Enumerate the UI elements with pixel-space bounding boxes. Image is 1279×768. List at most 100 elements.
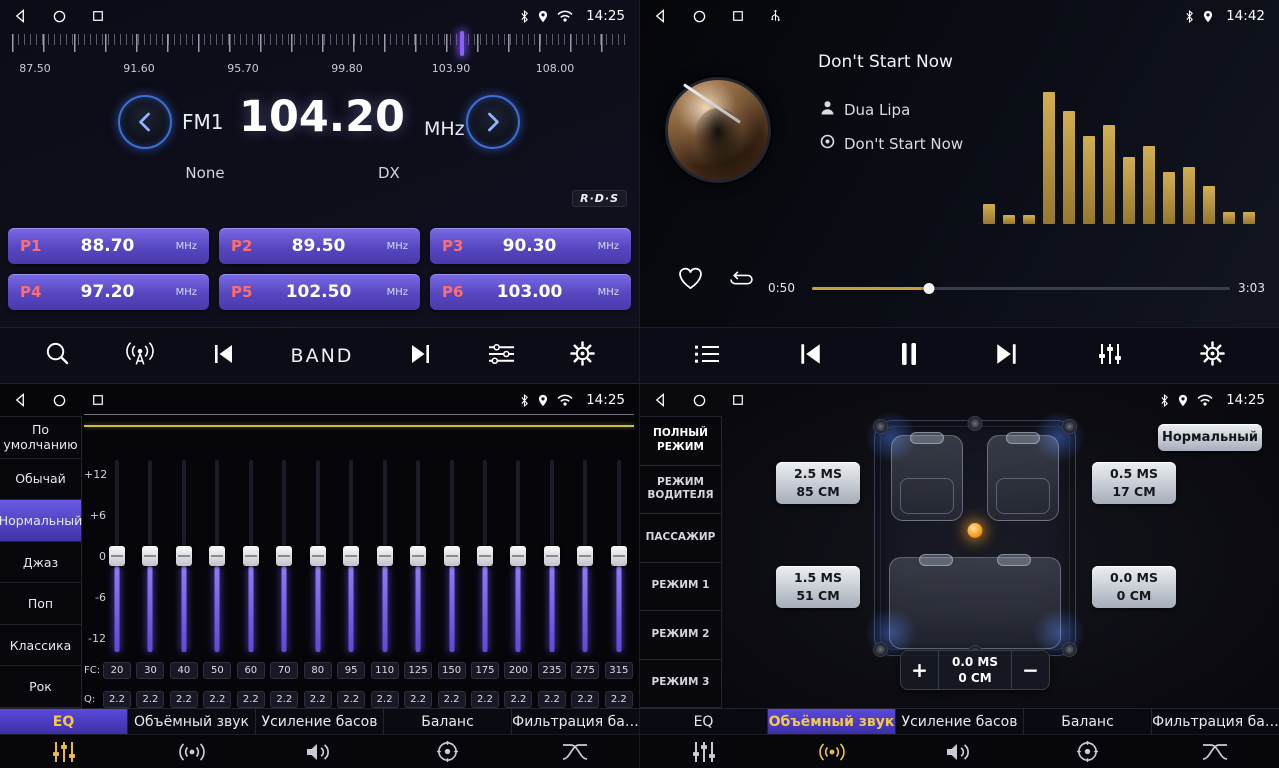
back-button[interactable]: [654, 9, 667, 23]
playlist-button[interactable]: [694, 343, 720, 369]
audio-tab[interactable]: Усиление басов: [256, 709, 384, 734]
back-button[interactable]: [14, 393, 27, 407]
surround-mode-item[interactable]: РЕЖИМ 1: [640, 563, 721, 612]
audio-tab[interactable]: EQ: [0, 709, 128, 734]
seek-scan-button[interactable]: [44, 341, 69, 370]
slider-knob[interactable]: [243, 546, 259, 566]
eq-band-slider[interactable]: [336, 460, 366, 652]
repeat-button[interactable]: [728, 270, 755, 294]
eq-tab-icon[interactable]: [0, 735, 128, 768]
surround-mode-item[interactable]: РЕЖИМ 2: [640, 611, 721, 660]
eq-band-slider[interactable]: [269, 460, 299, 652]
audio-tab[interactable]: Усиление басов: [896, 709, 1024, 734]
recents-button[interactable]: [92, 394, 104, 406]
audio-tab[interactable]: EQ: [640, 709, 768, 734]
settings-button[interactable]: [1200, 341, 1225, 370]
surround-mode-item[interactable]: ПАССАЖИР: [640, 514, 721, 563]
audio-tab[interactable]: Баланс: [384, 709, 512, 734]
band-button[interactable]: BAND: [291, 345, 354, 367]
settings-button[interactable]: [570, 341, 595, 370]
recents-button[interactable]: [92, 10, 104, 22]
audio-settings-button[interactable]: [488, 343, 515, 369]
filter-tab-icon[interactable]: [1151, 735, 1279, 768]
antenna-broadcast-button[interactable]: [124, 342, 156, 370]
home-button[interactable]: [53, 10, 66, 23]
eq-preset-item[interactable]: Нормальный: [0, 500, 81, 542]
eq-band-slider[interactable]: [437, 460, 467, 652]
eq-band-slider[interactable]: [169, 460, 199, 652]
home-button[interactable]: [53, 394, 66, 407]
front-right-delay-button[interactable]: 0.5 MS 17 CM: [1092, 462, 1176, 504]
frequency-ruler[interactable]: 87.50 91.60 95.70 99.80 103.90 108.00: [12, 34, 627, 80]
delay-increase-button[interactable]: +: [901, 651, 939, 689]
eq-band-slider[interactable]: [470, 460, 500, 652]
radio-preset-button[interactable]: P497.20MHz: [8, 274, 209, 310]
eq-preset-item[interactable]: Джаз: [0, 542, 81, 584]
mixer-button[interactable]: [1097, 342, 1123, 370]
balance-tab-icon[interactable]: [1023, 735, 1151, 768]
surround-preset-button[interactable]: Нормальный: [1158, 424, 1262, 451]
surround-mode-item[interactable]: РЕЖИМ 3: [640, 660, 721, 709]
balance-tab-icon[interactable]: [383, 735, 511, 768]
slider-knob[interactable]: [377, 546, 393, 566]
back-button[interactable]: [654, 393, 667, 407]
next-track-button[interactable]: [994, 343, 1020, 369]
slider-knob[interactable]: [209, 546, 225, 566]
slider-knob[interactable]: [109, 546, 125, 566]
previous-track-button[interactable]: [797, 343, 823, 369]
eq-band-slider[interactable]: [604, 460, 634, 652]
radio-preset-button[interactable]: P5102.50MHz: [219, 274, 420, 310]
previous-station-button[interactable]: [211, 344, 235, 368]
progress-bar[interactable]: [812, 287, 1230, 290]
listening-position-dot[interactable]: [968, 523, 983, 538]
tune-up-button[interactable]: [466, 95, 520, 149]
radio-preset-button[interactable]: P289.50MHz: [219, 228, 420, 264]
eq-preset-item[interactable]: Поп: [0, 583, 81, 625]
slider-knob[interactable]: [444, 546, 460, 566]
pause-button[interactable]: [900, 342, 918, 370]
slider-knob[interactable]: [544, 546, 560, 566]
rear-left-delay-button[interactable]: 1.5 MS 51 CM: [776, 566, 860, 608]
eq-band-slider[interactable]: [202, 460, 232, 652]
surround-mode-item[interactable]: ПОЛНЫЙ РЕЖИМ: [640, 417, 721, 466]
slider-knob[interactable]: [310, 546, 326, 566]
slider-knob[interactable]: [410, 546, 426, 566]
surround-tab-icon[interactable]: [128, 735, 256, 768]
radio-preset-button[interactable]: P6103.00MHz: [430, 274, 631, 310]
eq-preset-item[interactable]: Обычай: [0, 459, 81, 501]
surround-tab-icon[interactable]: [768, 735, 896, 768]
slider-knob[interactable]: [176, 546, 192, 566]
eq-band-slider[interactable]: [236, 460, 266, 652]
radio-preset-button[interactable]: P390.30MHz: [430, 228, 631, 264]
eq-tab-icon[interactable]: [640, 735, 768, 768]
eq-band-slider[interactable]: [303, 460, 333, 652]
audio-tab[interactable]: Баланс: [1024, 709, 1152, 734]
eq-band-slider[interactable]: [503, 460, 533, 652]
slider-knob[interactable]: [510, 546, 526, 566]
bass-boost-tab-icon[interactable]: [896, 735, 1024, 768]
front-left-delay-button[interactable]: 2.5 MS 85 CM: [776, 462, 860, 504]
home-button[interactable]: [693, 10, 706, 23]
eq-preset-item[interactable]: Рок: [0, 666, 81, 708]
next-station-button[interactable]: [409, 344, 433, 368]
eq-preset-item[interactable]: Классика: [0, 625, 81, 667]
tune-down-button[interactable]: [118, 95, 172, 149]
slider-knob[interactable]: [276, 546, 292, 566]
slider-knob[interactable]: [611, 546, 627, 566]
recents-button[interactable]: [732, 394, 744, 406]
bass-boost-tab-icon[interactable]: [256, 735, 384, 768]
delay-decrease-button[interactable]: −: [1011, 651, 1049, 689]
eq-band-slider[interactable]: [370, 460, 400, 652]
surround-mode-item[interactable]: РЕЖИМ ВОДИТЕЛЯ: [640, 466, 721, 515]
eq-band-slider[interactable]: [537, 460, 567, 652]
audio-tab[interactable]: Объёмный звук: [768, 709, 896, 734]
radio-preset-button[interactable]: P188.70MHz: [8, 228, 209, 264]
eq-band-slider[interactable]: [102, 460, 132, 652]
progress-knob[interactable]: [924, 283, 935, 294]
eq-preset-item[interactable]: По умолчанию: [0, 417, 81, 459]
rear-right-delay-button[interactable]: 0.0 MS 0 CM: [1092, 566, 1176, 608]
slider-knob[interactable]: [577, 546, 593, 566]
favorite-button[interactable]: [676, 266, 705, 295]
slider-knob[interactable]: [343, 546, 359, 566]
slider-knob[interactable]: [142, 546, 158, 566]
